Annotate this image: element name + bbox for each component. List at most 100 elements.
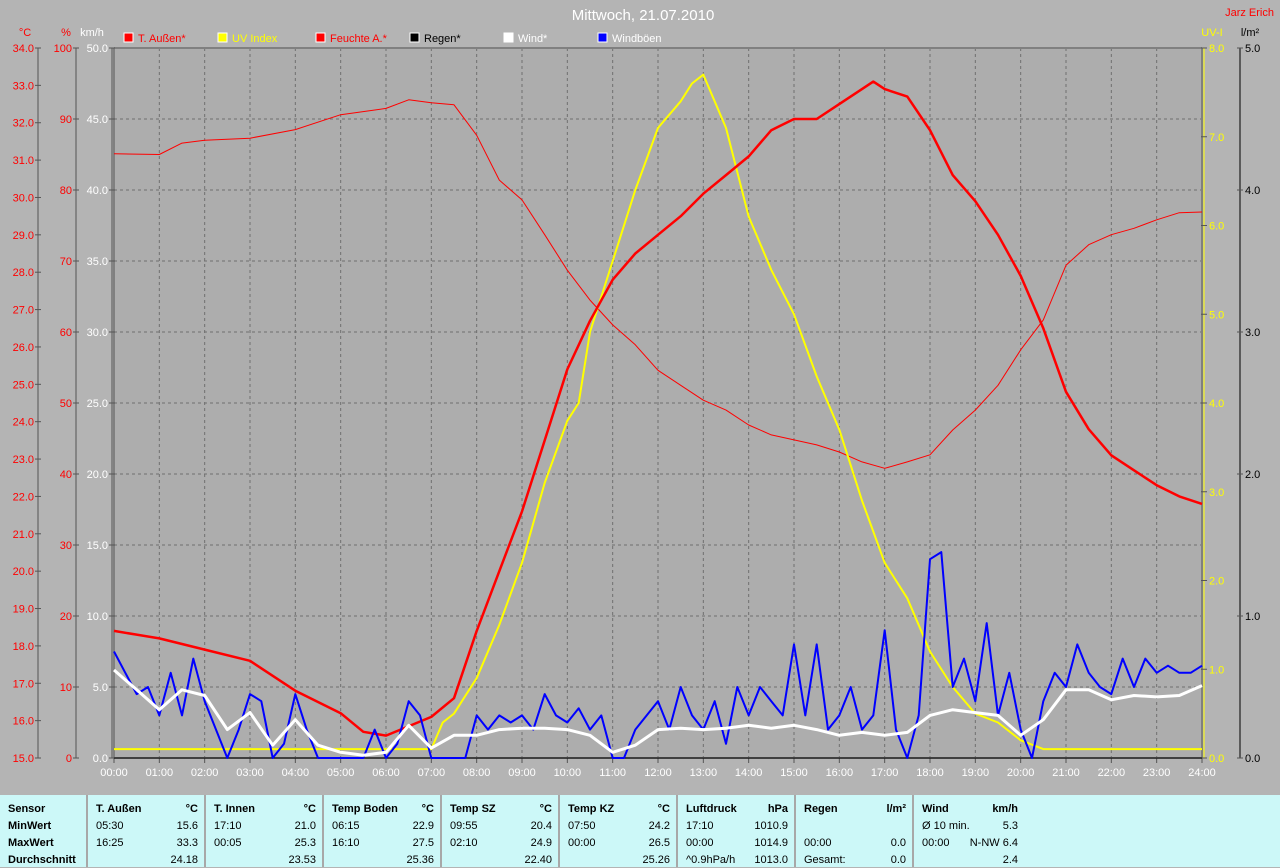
axis-tick-label-rain: 2.0: [1245, 469, 1260, 481]
min-time: 17:10: [686, 820, 714, 832]
x-axis-tick-label: 16:00: [826, 767, 854, 779]
axis-tick-label-wind: 30.0: [87, 327, 108, 339]
avg-value: 22.40: [524, 854, 552, 866]
avg-value: 25.36: [406, 854, 434, 866]
x-axis-tick-label: 19:00: [962, 767, 990, 779]
table-column: Temp Boden °C 06:15 22.9 16:10 27.5 25.36: [322, 795, 442, 867]
axis-tick-label-wind: 40.0: [87, 185, 108, 197]
max-value: N-NW 6.4: [969, 837, 1018, 849]
axis-tick-label-temp: 26.0: [13, 342, 34, 354]
x-axis-tick-label: 21:00: [1052, 767, 1080, 779]
max-value: 0.0: [890, 837, 906, 849]
axis-tick-label-temp: 31.0: [13, 155, 34, 167]
axis-tick-label-uv: 0.0: [1209, 753, 1224, 765]
column-header: Luftdruck: [686, 803, 737, 815]
x-axis-tick-label: 15:00: [780, 767, 808, 779]
axis-tick-label-uv: 8.0: [1209, 43, 1224, 55]
x-axis-tick-label: 09:00: [508, 767, 536, 779]
column-unit: °C: [185, 803, 198, 815]
row-label: MaxWert: [8, 837, 54, 849]
column-header: T. Innen: [214, 803, 255, 815]
axis-tick-label-humidity: 0: [66, 753, 72, 765]
table-column: Wind km/h Ø 10 min. 5.3 00:00 N-NW 6.4 2.4: [912, 795, 1024, 867]
x-axis-tick-label: 13:00: [690, 767, 718, 779]
axis-tick-label-temp: 19.0: [13, 604, 34, 616]
x-axis-tick-label: 05:00: [327, 767, 355, 779]
axis-tick-label-temp: 32.0: [13, 118, 34, 130]
min-value: 21.0: [294, 820, 316, 832]
column-header: Temp SZ: [450, 803, 496, 815]
axis-unit-temp: °C: [19, 27, 31, 39]
min-time: 06:15: [332, 820, 360, 832]
axis-tick-label-humidity: 100: [54, 43, 72, 55]
chart-title: Mittwoch, 21.07.2010: [572, 7, 715, 24]
axis-tick-label-uv: 4.0: [1209, 398, 1224, 410]
column-unit: °C: [421, 803, 434, 815]
avg-value: 25.26: [642, 854, 670, 866]
x-axis-tick-label: 20:00: [1007, 767, 1035, 779]
axis-tick-label-uv: 3.0: [1209, 487, 1224, 499]
column-header: Wind: [922, 803, 949, 815]
axis-tick-label-temp: 18.0: [13, 641, 34, 653]
axis-tick-label-wind: 35.0: [87, 256, 108, 268]
statistics-table: Sensor MinWert MaxWert Durchschnitt T. A…: [0, 795, 1280, 867]
min-time: 17:10: [214, 820, 242, 832]
axis-tick-label-humidity: 80: [60, 185, 72, 197]
axis-tick-label-temp: 15.0: [13, 753, 34, 765]
max-time: 00:00: [804, 837, 832, 849]
table-column: Temp SZ °C 09:55 20.4 02:10 24.9 22.40: [440, 795, 560, 867]
axis-tick-label-humidity: 60: [60, 327, 72, 339]
legend-swatch: [315, 32, 326, 43]
row-label: MinWert: [8, 820, 52, 832]
axis-tick-label-temp: 24.0: [13, 417, 34, 429]
min-value: 1010.9: [754, 820, 788, 832]
column-unit: hPa: [767, 803, 788, 815]
max-value: 25.3: [294, 837, 316, 849]
min-value: 22.9: [412, 820, 434, 832]
min-time: Ø 10 min.: [922, 820, 970, 832]
x-axis-tick-label: 04:00: [282, 767, 310, 779]
legend-label: Wind*: [518, 33, 548, 45]
legend-swatch: [503, 32, 514, 43]
table-column: Temp KZ °C 07:50 24.2 00:00 26.5 25.26: [558, 795, 678, 867]
axis-unit-humidity: %: [61, 27, 71, 39]
legend-label: Feuchte A.*: [330, 33, 388, 45]
x-axis-tick-label: 22:00: [1098, 767, 1126, 779]
max-time: 16:10: [332, 837, 360, 849]
axis-tick-label-temp: 20.0: [13, 566, 34, 578]
axis-tick-label-humidity: 20: [60, 611, 72, 623]
row-label: Sensor: [8, 803, 46, 815]
x-axis-tick-label: 08:00: [463, 767, 491, 779]
column-unit: l/m²: [886, 803, 906, 815]
max-time: 00:00: [568, 837, 596, 849]
axis-tick-label-wind: 5.0: [93, 682, 108, 694]
axis-tick-label-humidity: 10: [60, 682, 72, 694]
avg-label: Gesamt:: [804, 854, 846, 866]
axis-tick-label-temp: 23.0: [13, 454, 34, 466]
column-header: Regen: [804, 803, 838, 815]
max-value: 1014.9: [754, 837, 788, 849]
axis-tick-label-temp: 34.0: [13, 43, 34, 55]
max-time: 00:00: [922, 837, 950, 849]
row-label: Durchschnitt: [8, 854, 76, 866]
axis-tick-label-uv: 6.0: [1209, 221, 1224, 233]
column-header: Temp Boden: [332, 803, 398, 815]
axis-tick-label-humidity: 50: [60, 398, 72, 410]
axis-tick-label-humidity: 90: [60, 114, 72, 126]
axis-tick-label-temp: 29.0: [13, 230, 34, 242]
min-time: 09:55: [450, 820, 478, 832]
column-unit: km/h: [992, 803, 1018, 815]
max-value: 27.5: [412, 837, 434, 849]
axis-tick-label-temp: 25.0: [13, 379, 34, 391]
x-axis-tick-label: 07:00: [418, 767, 446, 779]
axis-tick-label-temp: 27.0: [13, 305, 34, 317]
column-unit: °C: [539, 803, 552, 815]
min-value: 5.3: [1002, 820, 1018, 832]
avg-label: ^0.9hPa/h: [686, 854, 736, 866]
axis-tick-label-humidity: 30: [60, 540, 72, 552]
x-axis-tick-label: 24:00: [1188, 767, 1216, 779]
avg-value: 1013.0: [754, 854, 788, 866]
legend-label: Windböen: [612, 33, 662, 45]
axis-unit-uv: UV-I: [1201, 27, 1222, 39]
x-axis-tick-label: 23:00: [1143, 767, 1171, 779]
